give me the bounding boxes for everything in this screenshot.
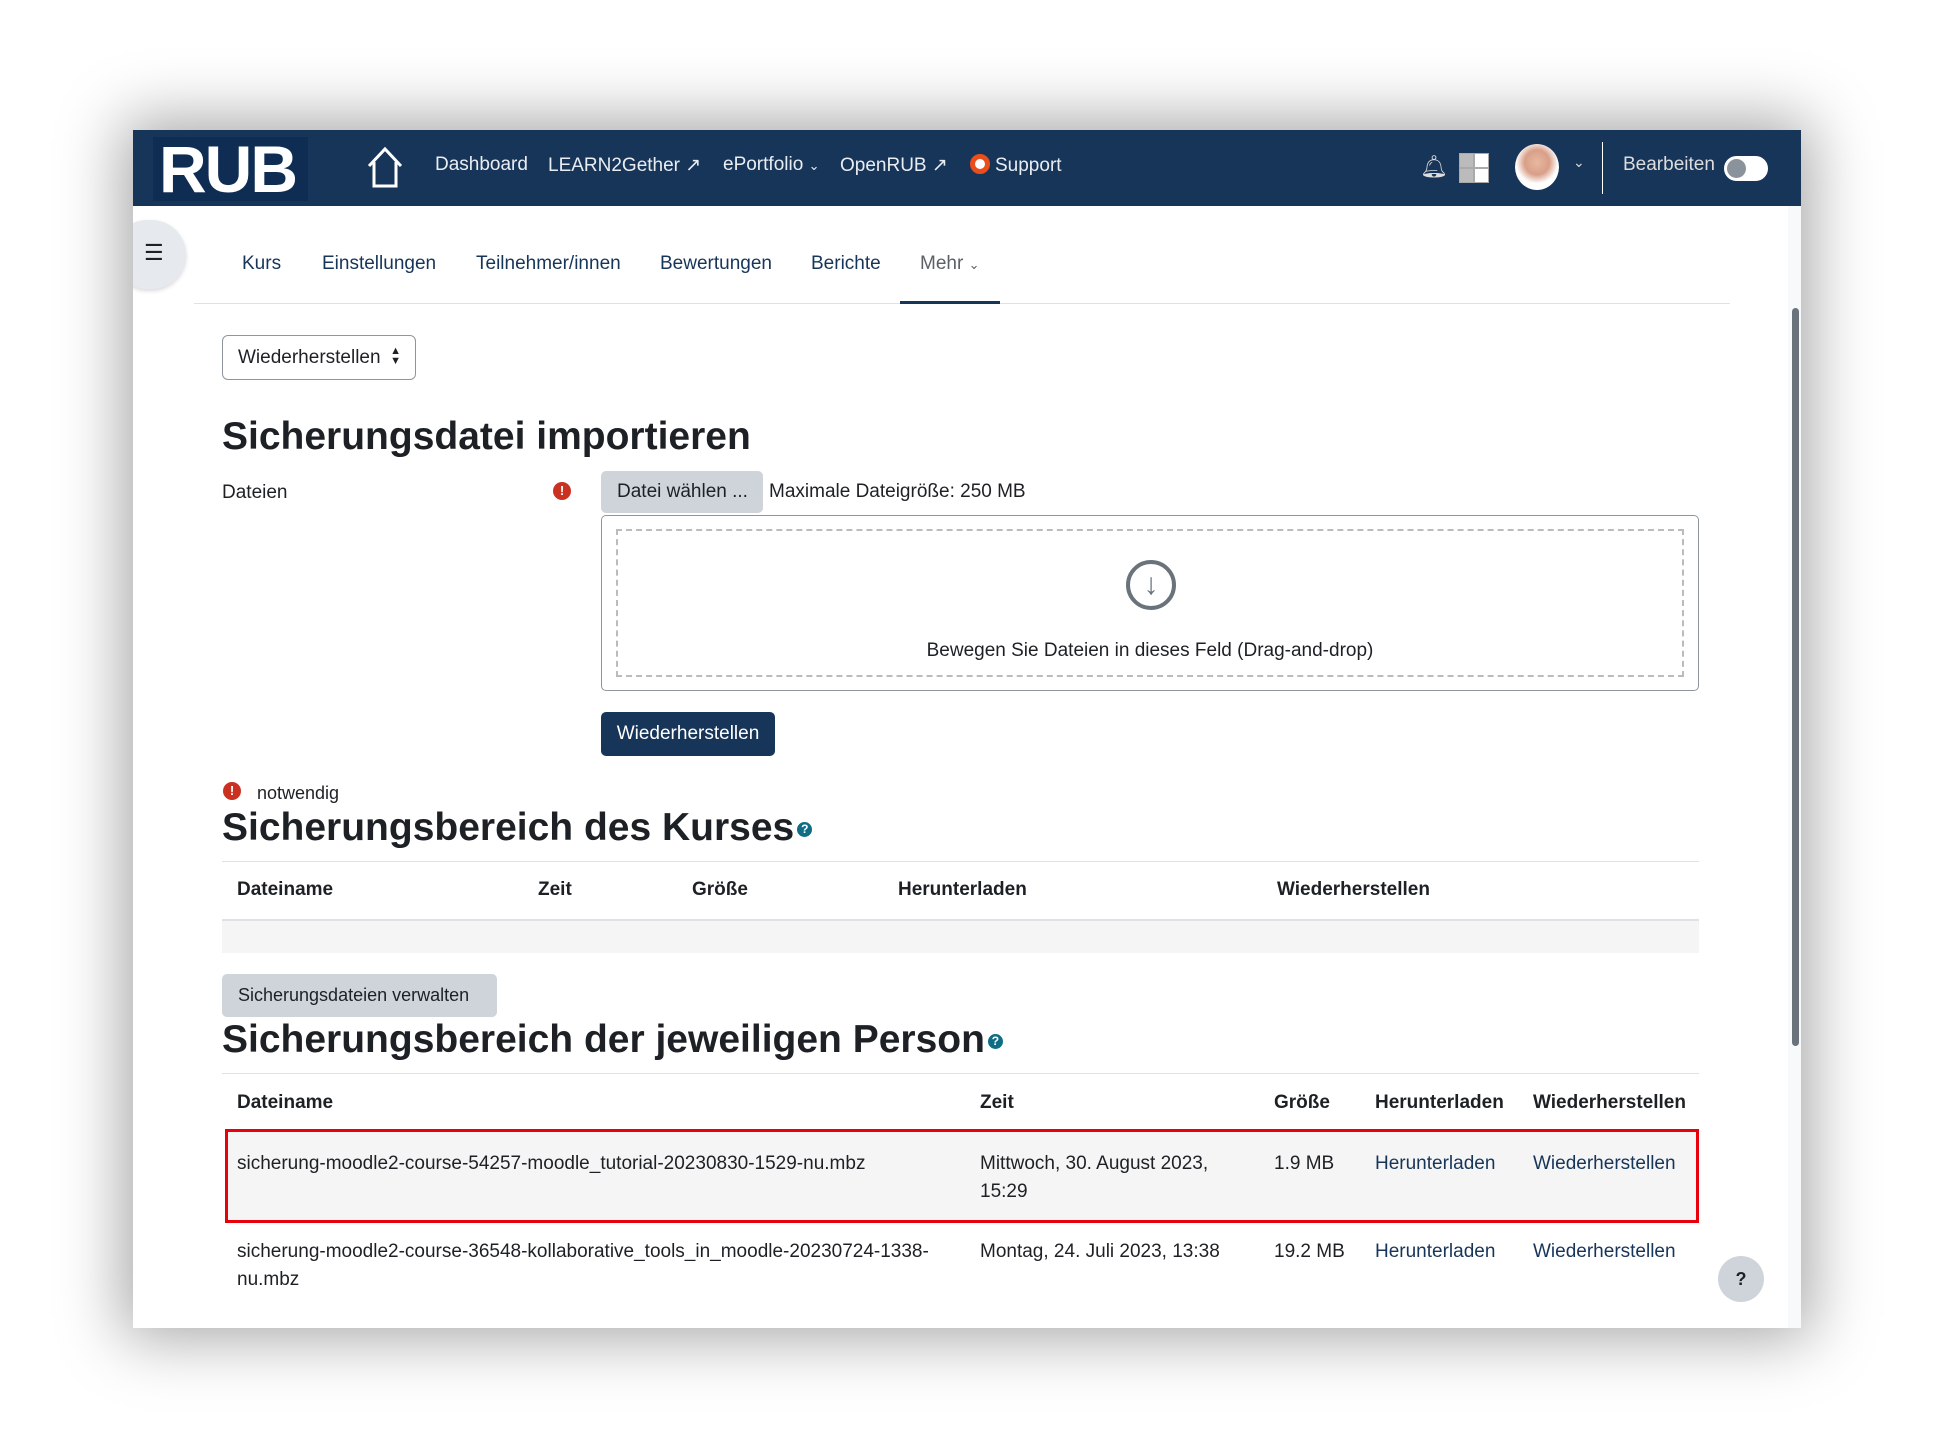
manage-backups-button[interactable]: Sicherungsdateien verwalten	[222, 974, 497, 1017]
grid-icon[interactable]	[1459, 153, 1489, 183]
course-backup-heading: Sicherungsbereich des Kurses?	[222, 806, 813, 850]
table-top-border	[222, 1073, 1699, 1074]
row-filename: sicherung-moodle2-course-36548-kollabora…	[237, 1241, 929, 1290]
col-zeit: Zeit	[538, 879, 572, 900]
external-link-icon: ↗	[931, 155, 948, 176]
nav-eportfolio[interactable]: ePortfolio ⌄	[723, 154, 819, 176]
edit-mode-toggle[interactable]	[1724, 156, 1768, 181]
row-time: Mittwoch, 30. August 2023, 15:29	[980, 1153, 1209, 1202]
download-link[interactable]: Herunterladen	[1375, 1150, 1495, 1178]
col-herunterladen: Herunterladen	[898, 879, 1027, 900]
tab-einstellungen[interactable]: Einstellungen	[322, 253, 436, 275]
user-avatar[interactable]	[1515, 144, 1559, 190]
row-time: Montag, 24. Juli 2023, 13:38	[980, 1241, 1220, 1262]
tab-kurs[interactable]: Kurs	[242, 253, 281, 275]
download-arrow-icon: ↓	[1126, 560, 1176, 610]
edit-mode-label: Bearbeiten	[1623, 154, 1715, 175]
heading-text: Sicherungsbereich des Kurses	[222, 806, 795, 849]
choose-file-button[interactable]: Datei wählen ...	[601, 471, 763, 513]
table-top-border	[222, 861, 1699, 862]
nav-label: OpenRUB	[840, 155, 927, 176]
chevron-down-icon[interactable]: ⌄	[1573, 154, 1585, 171]
nav-learn2gether[interactable]: LEARN2Gether ↗	[548, 154, 701, 177]
tab-bewertungen[interactable]: Bewertungen	[660, 253, 772, 275]
row-size: 1.9 MB	[1274, 1153, 1335, 1174]
tab-label: Mehr	[920, 253, 964, 274]
col-wiederherstellen: Wiederherstellen	[1533, 1092, 1686, 1113]
course-index-drawer-button[interactable]: ☰	[133, 220, 186, 289]
download-link[interactable]: Herunterladen	[1375, 1238, 1495, 1266]
select-value: Wiederherstellen	[238, 347, 381, 368]
nav-support[interactable]: Support	[970, 154, 1062, 177]
restore-link[interactable]: Wiederherstellen	[1533, 1238, 1676, 1266]
help-button[interactable]: ?	[1718, 1256, 1764, 1302]
row-filename: sicherung-moodle2-course-54257-moodle_tu…	[237, 1153, 866, 1174]
chevron-down-icon: ⌄	[968, 257, 980, 272]
rub-logo[interactable]: RUB	[153, 136, 308, 202]
action-select[interactable]: Wiederherstellen ▲ ▼	[222, 335, 416, 380]
max-file-size: Maximale Dateigröße: 250 MB	[769, 481, 1026, 502]
col-dateiname: Dateiname	[237, 1092, 334, 1113]
divider	[1602, 142, 1603, 194]
nav-label: ePortfolio	[723, 154, 804, 175]
row-size: 19.2 MB	[1274, 1241, 1345, 1262]
list-icon: ☰	[144, 240, 164, 265]
col-herunterladen: Herunterladen	[1375, 1092, 1504, 1113]
browser-window: RUB Dashboard LEARN2Gether ↗ ePortfolio …	[133, 130, 1801, 1328]
col-dateiname: Dateiname	[237, 879, 334, 900]
restore-button[interactable]: Wiederherstellen	[601, 712, 775, 756]
required-icon: !	[553, 482, 571, 500]
restore-link[interactable]: Wiederherstellen	[1533, 1150, 1676, 1178]
nav-dashboard[interactable]: Dashboard	[435, 154, 528, 176]
tab-teilnehmer[interactable]: Teilnehmer/innen	[476, 253, 621, 275]
col-wiederherstellen: Wiederherstellen	[1277, 879, 1430, 900]
nav-openrub[interactable]: OpenRUB ↗	[840, 154, 948, 177]
nav-label: Support	[995, 155, 1062, 176]
col-groesse: Größe	[692, 879, 748, 900]
external-link-icon: ↗	[685, 155, 702, 176]
lifebuoy-icon	[970, 154, 990, 174]
col-groesse: Größe	[1274, 1092, 1330, 1113]
empty-table-row	[222, 919, 1699, 953]
top-navbar: RUB Dashboard LEARN2Gether ↗ ePortfolio …	[133, 130, 1801, 206]
help-icon[interactable]: ?	[797, 822, 813, 838]
scrollbar-thumb[interactable]	[1792, 308, 1799, 1046]
files-label: Dateien	[222, 482, 288, 503]
col-zeit: Zeit	[980, 1092, 1014, 1113]
sort-arrows-icon: ▲ ▼	[390, 345, 401, 367]
nav-label: LEARN2Gether	[548, 155, 681, 176]
required-note: notwendig	[257, 783, 340, 803]
help-icon[interactable]: ?	[987, 1034, 1003, 1050]
import-heading: Sicherungsdatei importieren	[222, 415, 751, 458]
file-drop-zone[interactable]: ↓ Bewegen Sie Dateien in dieses Feld (Dr…	[601, 515, 1699, 691]
drop-zone-text: Bewegen Sie Dateien in dieses Feld (Drag…	[926, 640, 1374, 661]
active-tab-indicator	[900, 301, 1000, 304]
heading-text: Sicherungsbereich der jeweiligen Person	[222, 1018, 985, 1061]
user-backup-heading: Sicherungsbereich der jeweiligen Person?	[222, 1018, 1003, 1062]
chevron-down-icon: ⌄	[808, 158, 820, 173]
bell-icon[interactable]: 🔔︎	[1420, 154, 1448, 180]
home-icon[interactable]	[365, 144, 405, 190]
required-icon: !	[223, 782, 241, 800]
tab-mehr[interactable]: Mehr ⌄	[920, 253, 979, 275]
tab-berichte[interactable]: Berichte	[811, 253, 881, 275]
